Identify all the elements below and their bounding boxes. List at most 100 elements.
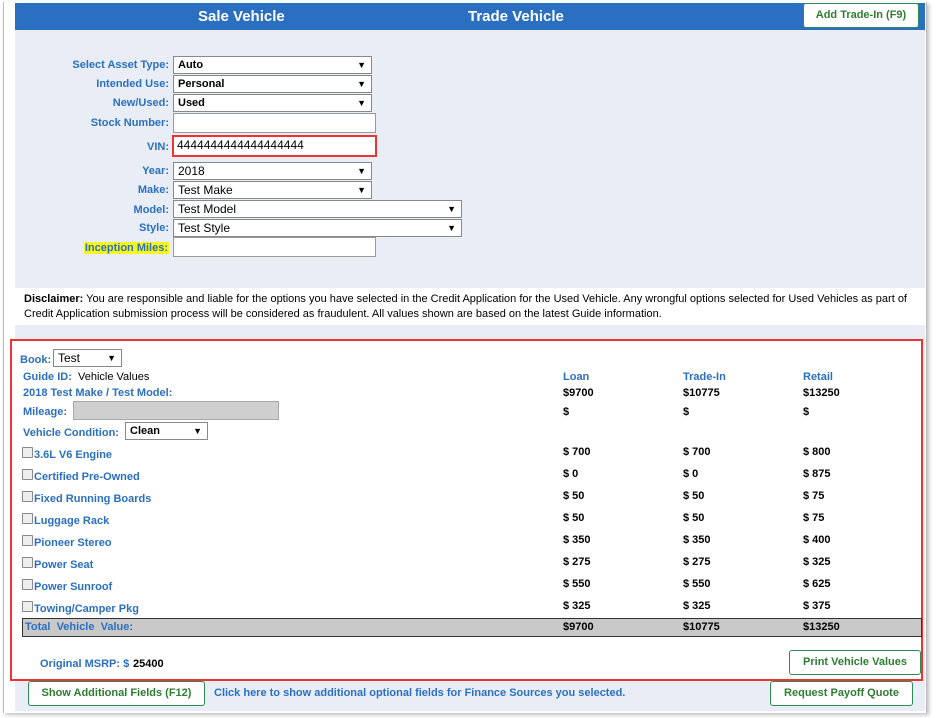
make-label: Make: — [137, 184, 169, 196]
tab-sale-vehicle[interactable]: Sale Vehicle — [198, 8, 285, 25]
option-value-loan: $ 700 — [563, 446, 591, 458]
option-value-retail: $ 625 — [803, 578, 831, 590]
option-value-retail: $ 375 — [803, 600, 831, 612]
option-name: Certified Pre-Owned — [34, 471, 140, 483]
model-label: Model: — [133, 204, 169, 216]
mileage-value-retail: $ — [803, 406, 810, 418]
option-value-trade-in: $ 0 — [683, 468, 699, 480]
dropdown-arrow-icon: ▼ — [357, 166, 366, 176]
base-value-loan: $9700 — [563, 387, 594, 399]
base-value-trade-in: $10775 — [683, 387, 720, 399]
guide-id-label: Guide ID: — [23, 371, 72, 383]
option-value-trade-in: $ 350 — [683, 534, 711, 546]
column-header-trade-in: Trade-In — [683, 371, 726, 383]
print-vehicle-values-button[interactable]: Print Vehicle Values — [789, 650, 921, 675]
mileage-value-loan: $ — [563, 406, 570, 418]
option-checkbox[interactable] — [22, 535, 33, 546]
model-select[interactable]: Test Model ▼ — [173, 200, 462, 218]
dropdown-arrow-icon: ▼ — [357, 60, 366, 70]
style-label: Style: — [139, 222, 169, 234]
option-checkbox[interactable] — [22, 557, 33, 568]
intended-use-label: Intended Use: — [96, 78, 169, 90]
stock-number-label: Stock Number: — [90, 117, 169, 129]
option-value-trade-in: $ 325 — [683, 600, 711, 612]
asset-type-select[interactable]: Auto ▼ — [173, 56, 372, 74]
option-checkbox[interactable] — [22, 579, 33, 590]
dropdown-arrow-icon: ▼ — [107, 353, 116, 363]
option-name: Pioneer Stereo — [34, 537, 112, 549]
intended-use-select[interactable]: Personal ▼ — [173, 75, 372, 93]
option-name: Towing/Camper Pkg — [34, 603, 139, 615]
dropdown-arrow-icon: ▼ — [357, 98, 366, 108]
dropdown-arrow-icon: ▼ — [447, 223, 456, 233]
stock-number-input[interactable] — [173, 113, 376, 133]
option-name: Fixed Running Boards — [34, 493, 152, 505]
option-value-trade-in: $ 50 — [683, 512, 705, 524]
option-value-trade-in: $ 50 — [683, 490, 705, 502]
book-value: Test — [58, 351, 81, 365]
book-values-panel: Book: Test ▼ Guide ID: Vehicle Values 20… — [10, 339, 923, 681]
book-select[interactable]: Test ▼ — [53, 349, 122, 367]
option-value-retail: $ 800 — [803, 446, 831, 458]
option-value-loan: $ 550 — [563, 578, 591, 590]
option-checkbox[interactable] — [22, 491, 33, 502]
make-select[interactable]: Test Make ▼ — [173, 181, 372, 199]
make-value: Test Make — [178, 183, 233, 197]
total-value-trade-in: $10775 — [683, 621, 720, 633]
style-value: Test Style — [178, 221, 231, 235]
total-vehicle-value-row: Total Vehicle Value: $9700 $10775 $13250 — [22, 618, 922, 637]
option-value-retail: $ 325 — [803, 556, 831, 568]
option-checkbox[interactable] — [22, 469, 33, 480]
option-value-loan: $ 350 — [563, 534, 591, 546]
total-value-retail: $13250 — [803, 621, 840, 633]
option-value-trade-in: $ 275 — [683, 556, 711, 568]
dropdown-arrow-icon: ▼ — [447, 204, 456, 214]
vehicle-condition-select[interactable]: Clean ▼ — [125, 422, 208, 440]
mileage-value-trade-in: $ — [683, 406, 690, 418]
style-select[interactable]: Test Style ▼ — [173, 219, 462, 237]
add-trade-in-button[interactable]: Add Trade-In (F9) — [803, 3, 919, 28]
vin-label: VIN: — [147, 141, 169, 153]
additional-fields-link[interactable]: Click here to show additional optional f… — [214, 687, 625, 699]
vehicle-condition-value: Clean — [130, 425, 160, 437]
option-value-trade-in: $ 550 — [683, 578, 711, 590]
option-value-retail: $ 75 — [803, 512, 825, 524]
vin-input[interactable]: 4444444444444444444 — [172, 135, 377, 157]
new-used-value: Used — [178, 97, 205, 109]
option-value-retail: $ 400 — [803, 534, 831, 546]
inception-miles-label: Inception Miles: — [19, 242, 169, 254]
asset-type-label: Select Asset Type: — [72, 59, 169, 71]
vehicle-condition-label: Vehicle Condition: — [23, 427, 119, 439]
disclaimer: Disclaimer: You are responsible and liab… — [15, 288, 925, 325]
disclaimer-heading: Disclaimer: — [24, 293, 84, 305]
option-value-loan: $ 0 — [563, 468, 579, 480]
option-name: Power Sunroof — [34, 581, 113, 593]
mileage-input[interactable] — [73, 401, 279, 420]
option-checkbox[interactable] — [22, 513, 33, 524]
new-used-select[interactable]: Used ▼ — [173, 94, 372, 112]
option-value-loan: $ 50 — [563, 490, 585, 502]
option-checkbox[interactable] — [22, 447, 33, 458]
year-select[interactable]: 2018 ▼ — [173, 162, 372, 180]
option-value-retail: $ 875 — [803, 468, 831, 480]
option-checkbox[interactable] — [22, 601, 33, 612]
asset-type-value: Auto — [178, 59, 204, 71]
request-payoff-quote-button[interactable]: Request Payoff Quote — [770, 681, 913, 706]
model-value: Test Model — [178, 202, 237, 216]
show-additional-fields-button[interactable]: Show Additional Fields (F12) — [28, 681, 205, 706]
option-value-loan: $ 325 — [563, 600, 591, 612]
total-value-loan: $9700 — [563, 621, 594, 633]
dropdown-arrow-icon: ▼ — [193, 426, 202, 436]
dropdown-arrow-icon: ▼ — [357, 79, 366, 89]
option-value-loan: $ 275 — [563, 556, 591, 568]
inception-miles-input[interactable] — [173, 237, 376, 257]
new-used-label: New/Used: — [112, 97, 169, 109]
tab-trade-vehicle[interactable]: Trade Vehicle — [468, 8, 564, 25]
book-label: Book: — [20, 354, 52, 366]
total-label: Total Vehicle Value: — [25, 621, 134, 633]
inception-miles-label-text: Inception Miles: — [83, 242, 169, 254]
option-value-loan: $ 50 — [563, 512, 585, 524]
intended-use-value: Personal — [178, 78, 225, 90]
original-msrp-label: Original MSRP: $ — [40, 658, 130, 670]
option-name: Luggage Rack — [34, 515, 110, 527]
